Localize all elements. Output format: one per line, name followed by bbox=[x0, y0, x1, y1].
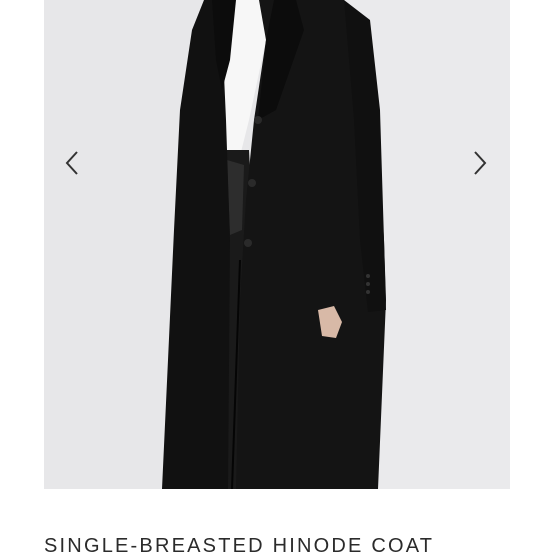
next-image-button[interactable] bbox=[465, 146, 495, 180]
chevron-right-icon bbox=[474, 151, 487, 175]
previous-image-button[interactable] bbox=[57, 146, 87, 180]
product-page: SINGLE-BREASTED HINODE COAT bbox=[0, 0, 554, 554]
product-title: SINGLE-BREASTED HINODE COAT bbox=[44, 535, 435, 554]
product-image-gallery[interactable] bbox=[44, 0, 510, 489]
chevron-left-icon bbox=[65, 151, 78, 175]
product-photo bbox=[44, 0, 510, 489]
